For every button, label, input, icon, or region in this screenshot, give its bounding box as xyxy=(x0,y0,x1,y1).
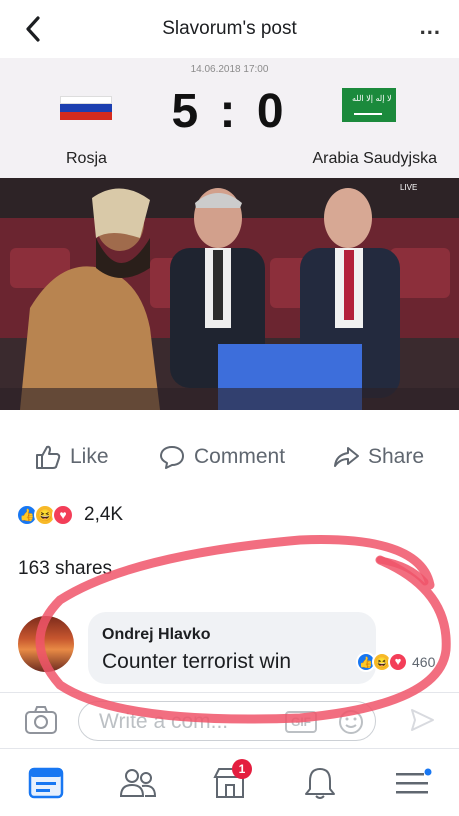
comment-text: Counter terrorist win xyxy=(102,650,292,673)
comment-label: Comment xyxy=(194,445,286,468)
scoreboard-banner: 14.06.2018 17:00 5 : 0 لا إله إلا الله R… xyxy=(0,58,459,178)
share-arrow-icon xyxy=(334,447,359,467)
share-button[interactable]: Share xyxy=(332,442,424,472)
comment-reactions[interactable]: 👍 😆 ♥ 460 xyxy=(356,652,435,672)
love-reaction-icon: ♥ xyxy=(52,504,74,526)
comment-item: Ondrej Hlavko Counter terrorist win 👍 😆 … xyxy=(18,612,458,688)
post-actions: Like Comment Share xyxy=(0,410,459,500)
comment-input[interactable]: Write a com... GIF xyxy=(78,701,376,741)
top-bar: Slavorum's post ... xyxy=(0,0,459,58)
comment-input-placeholder: Write a com... xyxy=(99,710,229,733)
comment-bubble: Ondrej Hlavko Counter terrorist win xyxy=(88,612,376,684)
team-left-name: Rosja xyxy=(66,150,107,167)
comment-author[interactable]: Ondrej Hlavko xyxy=(102,626,210,644)
post-photo[interactable]: LIVE xyxy=(0,178,459,410)
gif-button[interactable]: GIF xyxy=(285,711,317,733)
bottom-navigation: 1 xyxy=(0,748,459,816)
comment-reaction-count: 460 xyxy=(412,654,436,670)
love-reaction-icon: ♥ xyxy=(388,652,408,672)
emoji-icon[interactable] xyxy=(337,708,365,736)
notifications-bell-icon[interactable] xyxy=(300,765,340,801)
comment-bubble-icon xyxy=(160,446,184,469)
shares-count[interactable]: 163 shares xyxy=(18,558,112,580)
thumbs-up-icon xyxy=(36,445,61,469)
friends-icon[interactable] xyxy=(118,765,158,801)
saudi-flag-icon: لا إله إلا الله xyxy=(342,88,396,122)
marketplace-tab[interactable]: 1 xyxy=(210,759,252,801)
like-label: Like xyxy=(70,445,109,468)
notification-badge: 1 xyxy=(232,759,252,779)
news-feed-icon[interactable] xyxy=(26,765,66,801)
comment-composer: Write a com... GIF xyxy=(0,692,459,748)
share-label: Share xyxy=(368,445,425,468)
comment-button[interactable]: Comment xyxy=(158,442,285,472)
camera-icon[interactable] xyxy=(24,705,58,735)
reaction-summary[interactable]: 👍 😆 ♥ 2,4K xyxy=(16,500,123,530)
commenter-avatar[interactable] xyxy=(18,616,74,672)
like-button[interactable]: Like xyxy=(34,442,109,472)
page-title: Slavorum's post xyxy=(162,18,297,39)
menu-icon[interactable] xyxy=(392,765,432,801)
svg-text:LIVE: LIVE xyxy=(400,183,417,192)
reaction-count: 2,4K xyxy=(84,504,124,525)
more-options-icon[interactable]: ... xyxy=(420,14,441,40)
team-right-name: Arabia Saudyjska xyxy=(312,150,437,167)
match-date: 14.06.2018 17:00 xyxy=(190,64,269,75)
send-icon[interactable] xyxy=(409,707,435,733)
